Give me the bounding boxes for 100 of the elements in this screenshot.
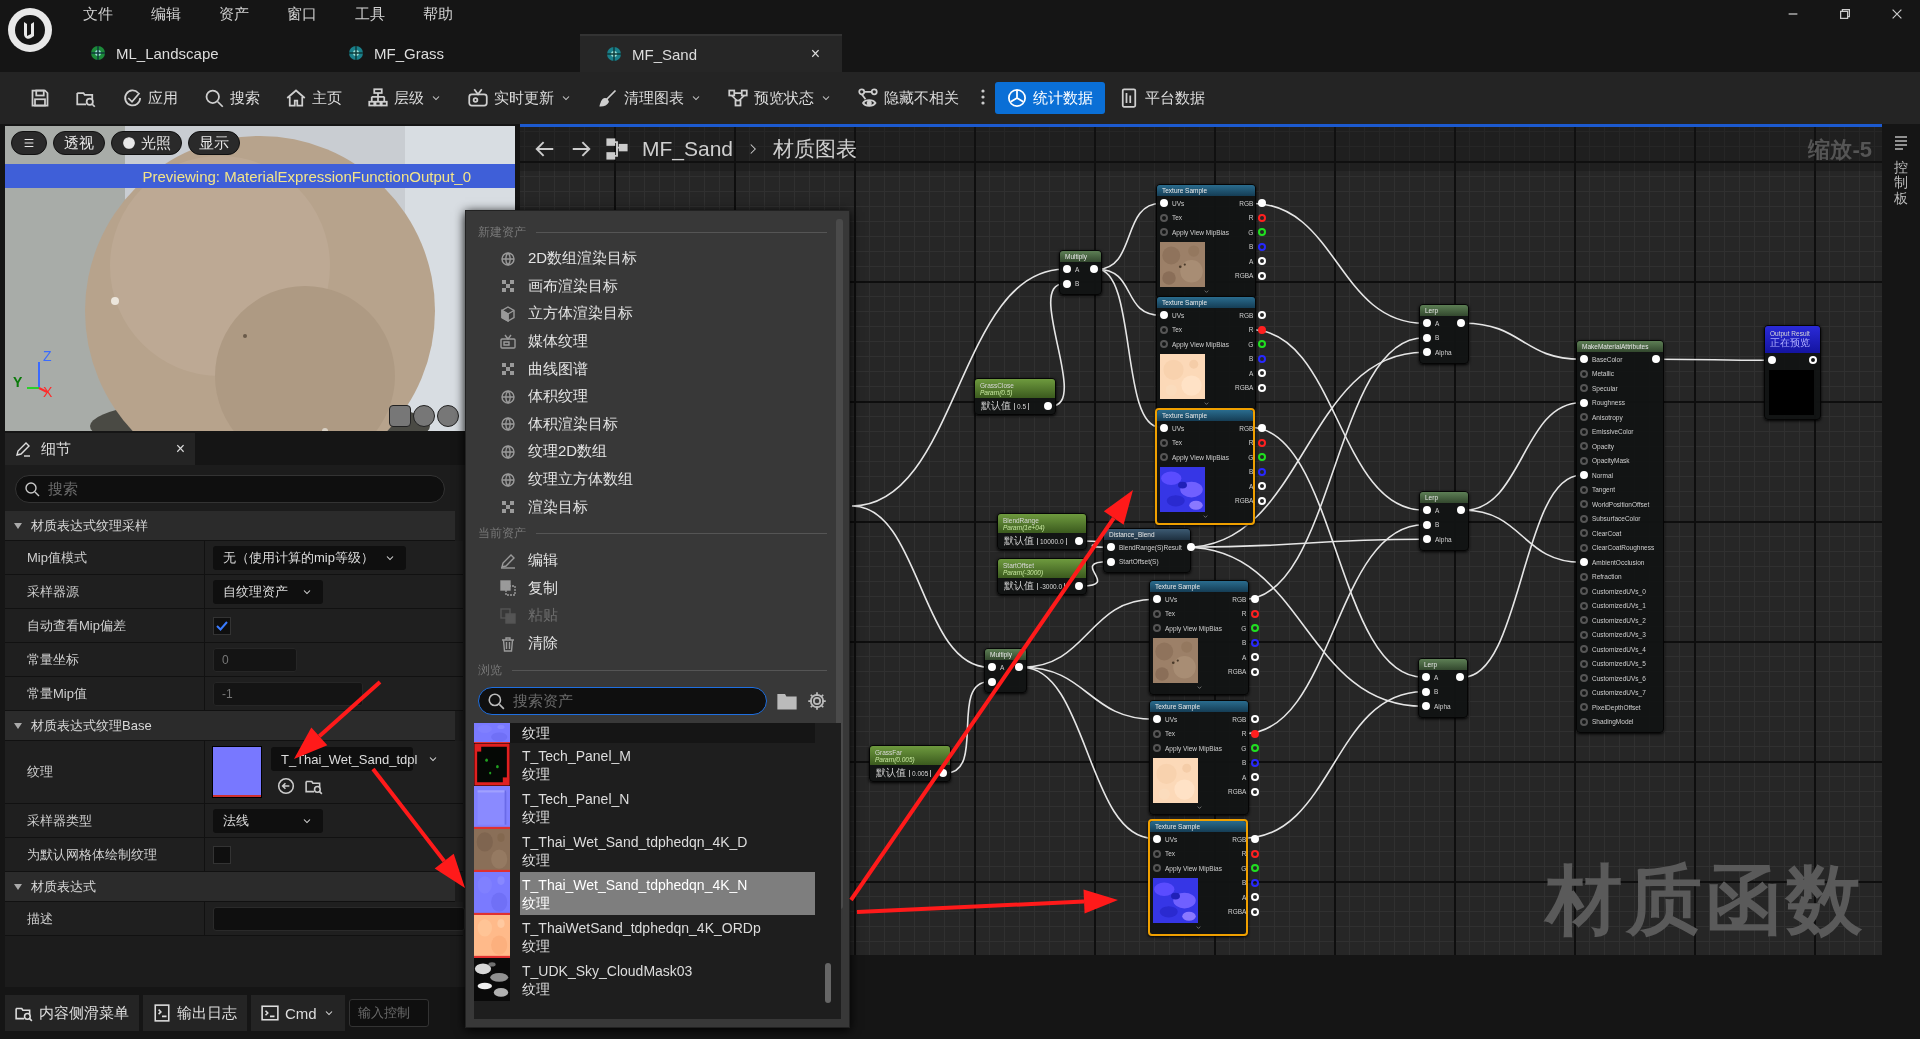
input-pin[interactable]: [1160, 325, 1168, 334]
menu-item[interactable]: 窗口: [268, 4, 336, 24]
editor-tab[interactable]: MF_Grass: [322, 34, 580, 72]
input-pin[interactable]: [1160, 438, 1168, 447]
section-header[interactable]: 材质表达式纹理采样: [5, 511, 455, 541]
menu-item[interactable]: 体积渲染目标: [478, 410, 827, 439]
input-pin[interactable]: [1580, 514, 1588, 523]
input-pin[interactable]: [1580, 500, 1588, 509]
logo-icon[interactable]: [8, 8, 52, 52]
graph-node[interactable]: [1576, 340, 1664, 733]
input-pin[interactable]: [1580, 485, 1588, 494]
folder-icon[interactable]: [777, 691, 797, 712]
close-icon[interactable]: [1890, 7, 1904, 21]
editor-tab[interactable]: ML_Landscape: [64, 34, 322, 72]
toolbar-button[interactable]: 平台数据: [1107, 82, 1217, 114]
viewport-button[interactable]: 显示: [188, 131, 240, 155]
input-pin[interactable]: [1160, 453, 1168, 462]
panel-list-icon[interactable]: [1893, 134, 1909, 150]
toolbar-button[interactable]: 预览状态: [716, 82, 844, 114]
input-pin[interactable]: [1580, 413, 1588, 422]
asset-item[interactable]: T_ThaiWetSand_tdphedqn_4K_ORDp 纹理: [520, 915, 761, 959]
input-pin[interactable]: [1580, 572, 1588, 581]
output-pin[interactable]: [1258, 453, 1267, 462]
input-pin[interactable]: [1580, 427, 1588, 436]
menu-item[interactable]: 复制: [478, 574, 827, 603]
input-pin[interactable]: [1580, 601, 1588, 610]
input-pin[interactable]: [1153, 849, 1161, 858]
checkbox[interactable]: [213, 616, 231, 635]
panel-button[interactable]: Cmd: [251, 995, 345, 1031]
input-pin[interactable]: [1580, 456, 1588, 465]
output-pin[interactable]: [1251, 624, 1260, 633]
menu-item[interactable]: 媒体纹理: [478, 327, 827, 356]
menu-item[interactable]: 画布渲染目标: [478, 272, 827, 301]
input-pin[interactable]: [1580, 616, 1588, 625]
toolbar-button[interactable]: 实时更新: [456, 82, 584, 114]
menu-item[interactable]: 文件: [64, 4, 132, 24]
close-tab-button[interactable]: ×: [175, 440, 185, 458]
input-pin[interactable]: [1160, 340, 1168, 349]
details-tab[interactable]: 细节 ×: [5, 433, 195, 465]
search-field[interactable]: 搜索: [15, 475, 445, 503]
menu-item[interactable]: 体积纹理: [478, 382, 827, 411]
toolbar-button[interactable]: 搜索: [192, 82, 272, 114]
menu-item[interactable]: 编辑: [478, 546, 827, 575]
viewport-button[interactable]: 透视: [53, 131, 105, 155]
input-pin[interactable]: [1153, 624, 1161, 633]
asset-item[interactable]: T_Tech_Panel_N 纹理: [520, 786, 630, 830]
asset-item[interactable]: T_Thai_Wet_Sand_tdphedqn_4K_N 纹理: [520, 872, 815, 916]
breadcrumb-item[interactable]: MF_Sand: [642, 137, 734, 161]
menu-item[interactable]: 2D数组渲染目标: [478, 245, 827, 273]
refresh-icon[interactable]: [277, 777, 295, 795]
asset-item[interactable]: 纹理: [520, 723, 550, 744]
toolbar-button[interactable]: 隐藏不相关: [846, 82, 971, 114]
dropdown[interactable]: 自纹理资产: [213, 579, 323, 604]
menu-item[interactable]: 渲染目标: [478, 493, 827, 521]
settings-icon[interactable]: [807, 691, 827, 712]
menu-item[interactable]: 帮助: [404, 4, 472, 24]
toolbar-button[interactable]: 层级: [356, 82, 454, 114]
checkbox[interactable]: [213, 845, 231, 864]
menu-item[interactable]: 曲线图谱: [478, 355, 827, 383]
dropdown[interactable]: 无（使用计算的mip等级）: [213, 545, 406, 570]
input-pin[interactable]: [1580, 717, 1588, 726]
input-pin[interactable]: [1580, 688, 1588, 697]
input-pin[interactable]: [1580, 703, 1588, 712]
menu-item[interactable]: 编辑: [132, 4, 200, 24]
output-pin[interactable]: [1258, 340, 1267, 349]
toolbar-button[interactable]: 主页: [274, 82, 354, 114]
input-pin[interactable]: [1580, 442, 1588, 451]
input-pin[interactable]: [1580, 674, 1588, 683]
viewport-button[interactable]: 光照: [111, 131, 182, 155]
panel-button[interactable]: 内容侧滑菜单: [5, 995, 139, 1031]
menu-item[interactable]: 资产: [200, 4, 268, 24]
cylinder-button[interactable]: [389, 405, 411, 427]
output-pin[interactable]: [1251, 729, 1260, 738]
scrollbar[interactable]: [825, 963, 831, 1003]
asset-item[interactable]: T_UDK_Sky_CloudMask03 纹理: [520, 958, 693, 1002]
output-pin[interactable]: [1251, 744, 1260, 753]
menu-item[interactable]: 纹理2D数组: [478, 438, 827, 466]
menu-item[interactable]: 纹理立方体数组: [478, 465, 827, 494]
input-pin[interactable]: [1153, 609, 1161, 618]
side-panel-tab[interactable]: 控制板: [1894, 160, 1908, 207]
console-field[interactable]: 输入控制: [348, 999, 429, 1027]
input-pin[interactable]: [1580, 369, 1588, 378]
input-pin[interactable]: [1580, 630, 1588, 639]
number-field[interactable]: 0: [213, 647, 297, 672]
toolbar-button[interactable]: 统计数据: [995, 82, 1105, 114]
input-pin[interactable]: [1153, 864, 1161, 873]
input-pin[interactable]: [1580, 587, 1588, 596]
menu-item[interactable]: 清除: [478, 629, 827, 658]
number-field[interactable]: -1: [213, 681, 363, 706]
section-header[interactable]: 材质表达式: [5, 872, 455, 902]
input-pin[interactable]: [1160, 213, 1168, 222]
input-pin[interactable]: [1153, 744, 1161, 753]
input-pin[interactable]: [1153, 729, 1161, 738]
output-pin[interactable]: [1258, 228, 1267, 237]
menu-item[interactable]: 工具: [336, 4, 404, 24]
toolbar-button[interactable]: 清理图表: [586, 82, 714, 114]
editor-tab[interactable]: MF_Sand ×: [580, 34, 842, 72]
asset-item[interactable]: T_Thai_Wet_Sand_tdphedqn_4K_D 纹理: [520, 829, 748, 873]
asset-item[interactable]: T_Tech_Panel_M 纹理: [520, 743, 631, 787]
texture-swatch[interactable]: [213, 747, 261, 797]
